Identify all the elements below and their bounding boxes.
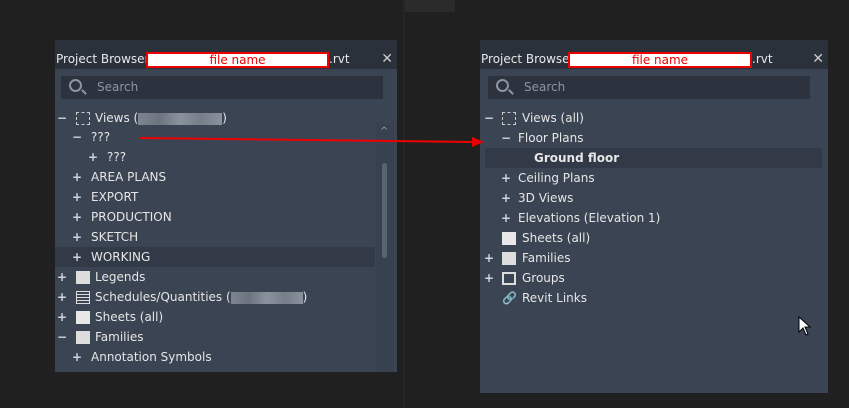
annotation-arrow — [139, 137, 484, 147]
mouse-cursor-icon — [798, 316, 812, 336]
